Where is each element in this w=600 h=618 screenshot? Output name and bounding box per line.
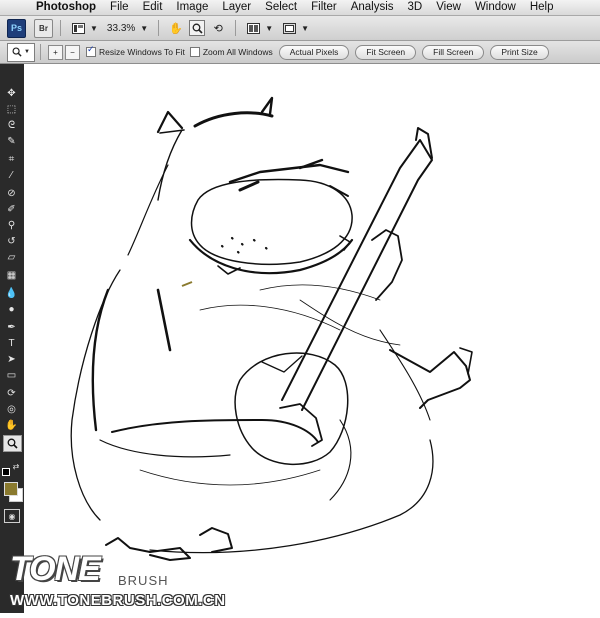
move-tool-icon[interactable]: ✥ [3, 86, 20, 101]
document-canvas[interactable] [24, 64, 600, 613]
default-colors-icon[interactable] [2, 468, 10, 476]
menu-edit[interactable]: Edit [136, 0, 170, 15]
zoom-all-windows-label: Zoom All Windows [202, 47, 273, 57]
pen-tool-icon[interactable]: ✒ [3, 320, 20, 335]
crop-tool-icon[interactable]: ⌗ [3, 152, 20, 167]
divider [40, 44, 41, 60]
type-tool-icon[interactable]: T [3, 336, 20, 351]
dodge-tool-icon[interactable]: ● [3, 302, 20, 317]
chevron-down-icon[interactable]: ▼ [265, 24, 273, 33]
launch-bridge-button[interactable]: Br [34, 18, 53, 38]
3d-orbit-tool-icon[interactable]: ◎ [3, 402, 20, 417]
checkbox-box[interactable] [189, 47, 200, 57]
zoom-tool-icon[interactable] [189, 20, 206, 36]
menu-3d[interactable]: 3D [401, 0, 430, 15]
view-extras-icon[interactable] [71, 21, 85, 35]
application-bar: Ps Br ▼ 33.3% ▼ ✋ ⟲ ▼ ▼ [0, 16, 600, 41]
swap-colors-icon[interactable]: ⇄ [12, 462, 20, 471]
divider [60, 20, 61, 36]
menu-help[interactable]: Help [523, 0, 561, 15]
rotate-view-icon[interactable]: ⟲ [211, 21, 225, 35]
quick-mask-icon[interactable]: ◉ [4, 509, 20, 523]
quick-selection-tool-icon[interactable]: ✎ [3, 134, 20, 149]
hippo-banjo-sketch [70, 96, 473, 561]
zoom-level-select[interactable]: 33.3% [107, 23, 135, 34]
blur-tool-icon[interactable]: 💧 [3, 286, 20, 301]
menu-view[interactable]: View [429, 0, 468, 15]
checkbox-box[interactable] [86, 44, 96, 57]
clone-stamp-tool-icon[interactable]: ⚲ [3, 218, 20, 233]
divider [235, 20, 237, 36]
zoom-all-windows-checkbox[interactable]: Zoom All Windows [189, 47, 273, 57]
hand-tool-icon[interactable]: ✋ [3, 418, 20, 433]
watermark-url: WWW.TONEBRUSH.COM.CN [10, 592, 226, 609]
divider [158, 20, 160, 36]
marquee-tool-icon[interactable]: ⬚ [3, 102, 20, 117]
tonebrush-watermark: TONE BRUSH WWW.TONEBRUSH.COM.CN [0, 545, 260, 613]
eraser-tool-icon[interactable]: ▱ [3, 250, 20, 265]
screen-mode-icon[interactable] [282, 21, 296, 35]
menu-window[interactable]: Window [468, 0, 523, 15]
lasso-tool-icon[interactable]: ᘓ [3, 118, 20, 133]
brush-tool-icon[interactable]: ✐ [3, 202, 20, 217]
resize-windows-checkbox[interactable]: Resize Windows To Fit [86, 44, 185, 57]
fill-screen-button[interactable]: Fill Screen [422, 44, 485, 60]
hand-tool-icon[interactable]: ✋ [169, 21, 183, 35]
shape-tool-icon[interactable]: ▭ [3, 368, 20, 383]
menu-layer[interactable]: Layer [215, 0, 258, 15]
tools-panel: ✥ ⬚ ᘓ ✎ ⌗ ⁄ ⊘ ✐ ⚲ ↺ ▱ ▦ 💧 ● ✒ T ➤ ▭ ⟳ ◎ … [0, 64, 24, 613]
foreground-color-swatch[interactable] [4, 482, 18, 496]
actual-pixels-button[interactable]: Actual Pixels [278, 44, 350, 60]
resize-windows-label: Resize Windows To Fit [99, 47, 185, 57]
options-bar: ▼ + − Resize Windows To Fit Zoom All Win… [0, 41, 600, 64]
arrange-documents-icon[interactable] [246, 21, 260, 35]
zoom-out-icon[interactable]: − [65, 44, 80, 60]
eyedropper-tool-icon[interactable]: ⁄ [3, 168, 20, 183]
chevron-down-icon[interactable]: ▼ [301, 24, 309, 33]
chevron-down-icon[interactable]: ▼ [90, 24, 98, 33]
menu-analysis[interactable]: Analysis [344, 0, 401, 15]
chevron-down-icon[interactable]: ▼ [140, 24, 148, 33]
history-brush-tool-icon[interactable]: ↺ [3, 234, 20, 249]
menu-image[interactable]: Image [169, 0, 215, 15]
menu-filter[interactable]: Filter [304, 0, 344, 15]
zoom-in-icon[interactable]: + [48, 44, 63, 60]
watermark-logo: TONE [10, 550, 101, 588]
zoom-tool-icon[interactable] [3, 435, 22, 452]
menu-file[interactable]: File [103, 0, 136, 15]
fit-screen-button[interactable]: Fit Screen [355, 44, 417, 60]
app-menu[interactable]: Photoshop [30, 0, 103, 15]
print-size-button[interactable]: Print Size [490, 44, 549, 60]
chevron-down-icon: ▼ [24, 49, 30, 55]
photoshop-logo: Ps [7, 18, 26, 38]
path-selection-tool-icon[interactable]: ➤ [3, 352, 20, 367]
menu-select[interactable]: Select [258, 0, 304, 15]
gradient-tool-icon[interactable]: ▦ [3, 268, 20, 283]
watermark-logo-suffix: BRUSH [118, 573, 169, 588]
tool-preset-picker[interactable]: ▼ [7, 42, 35, 62]
mac-menubar: Photoshop File Edit Image Layer Select F… [0, 0, 600, 16]
healing-brush-tool-icon[interactable]: ⊘ [3, 186, 20, 201]
3d-rotate-tool-icon[interactable]: ⟳ [3, 386, 20, 401]
